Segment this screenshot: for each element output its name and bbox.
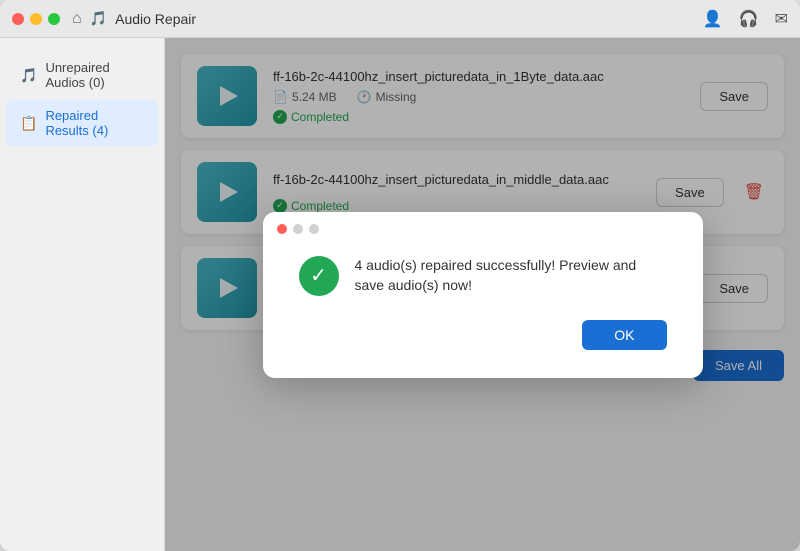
modal-message: 4 audio(s) repaired successfully! Previe… (355, 256, 667, 295)
success-modal: ✓ 4 audio(s) repaired successfully! Prev… (263, 212, 703, 378)
modal-footer: OK (299, 320, 667, 350)
modal-maximize-button[interactable] (309, 224, 319, 234)
headphone-icon[interactable]: 🎧 (739, 9, 759, 29)
sidebar-item-unrepaired-label: Unrepaired Audios (0) (45, 60, 144, 90)
unrepaired-icon: 🎵 (20, 67, 37, 84)
home-icon[interactable]: ⌂ (72, 10, 82, 28)
app-body: 🎵 Unrepaired Audios (0) 📋 Repaired Resul… (0, 38, 800, 551)
modal-ok-button[interactable]: OK (582, 320, 666, 350)
user-icon[interactable]: 👤 (703, 9, 723, 29)
traffic-lights (12, 13, 60, 25)
title-bar-actions: 👤 🎧 ✉ (703, 9, 788, 29)
modal-check-icon: ✓ (299, 256, 339, 296)
sidebar-item-repaired[interactable]: 📋 Repaired Results (4) (6, 100, 158, 146)
title-bar-nav: ⌂ 🎵 Audio Repair (72, 10, 196, 28)
modal-close-button[interactable] (277, 224, 287, 234)
title-bar: ⌂ 🎵 Audio Repair 👤 🎧 ✉ (0, 0, 800, 38)
main-content: ff-16b-2c-44100hz_insert_picturedata_in_… (165, 38, 800, 551)
close-button[interactable] (12, 13, 24, 25)
app-window: ⌂ 🎵 Audio Repair 👤 🎧 ✉ 🎵 Unrepaired Audi… (0, 0, 800, 551)
app-icon: 🎵 (90, 10, 107, 27)
maximize-button[interactable] (48, 13, 60, 25)
minimize-button[interactable] (30, 13, 42, 25)
mail-icon[interactable]: ✉ (775, 9, 788, 29)
sidebar-item-unrepaired[interactable]: 🎵 Unrepaired Audios (0) (6, 52, 158, 98)
app-title: Audio Repair (115, 11, 196, 27)
modal-traffic-lights (277, 224, 319, 234)
modal-overlay: ✓ 4 audio(s) repaired successfully! Prev… (165, 38, 800, 551)
modal-body: ✓ 4 audio(s) repaired successfully! Prev… (299, 256, 667, 296)
repaired-icon: 📋 (20, 115, 37, 132)
sidebar-item-repaired-label: Repaired Results (4) (45, 108, 144, 138)
sidebar: 🎵 Unrepaired Audios (0) 📋 Repaired Resul… (0, 38, 165, 551)
modal-minimize-button[interactable] (293, 224, 303, 234)
